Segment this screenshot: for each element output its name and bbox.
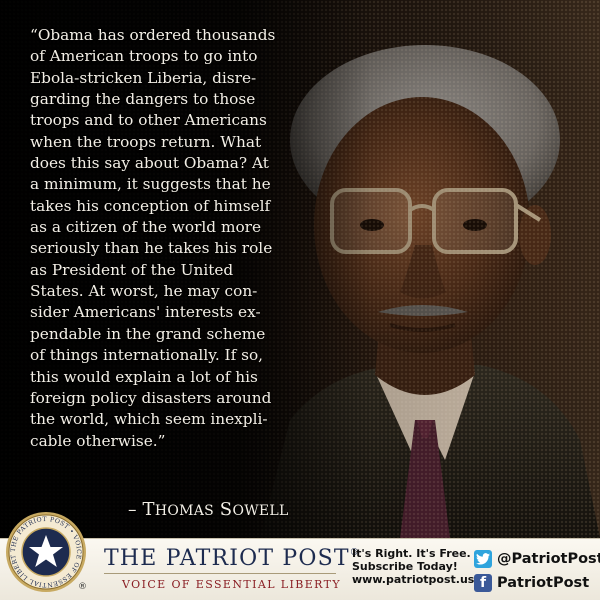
attribution-last-initial: S [219,499,233,520]
facebook-page-name: PatriotPost [497,575,590,591]
attribution-first-initial: T [142,499,155,520]
quote-line: cable otherwise.” [30,431,166,450]
quote-attribution: – THOMAS SOWELL [128,499,289,520]
quote-line: Ebola-stricken Liberia, disre- [30,68,257,87]
quote-line: troops and to other Americans [30,111,267,130]
brand-divider [104,573,336,574]
twitter-bird-icon [474,550,492,568]
quote-line: of things internationally. If so, [30,346,264,365]
quote-line: seriously than he takes his role [30,239,273,258]
seal-registered-mark: ® [78,582,87,592]
attribution-first-rest: HOMAS [154,503,215,519]
cta-line-free: It's Right. It's Free. [352,547,471,560]
quote-line: of American troops to go into [30,47,258,66]
quote-line: as President of the United [30,260,234,279]
brand-name-text: THE PATRIOT POST [104,546,350,571]
patriot-post-seal-logo: THE PATRIOT POST • VOICE OF ESSENTIAL LI… [5,511,86,592]
quote-line: when the troops return. What [30,132,262,151]
social-links: @PatriotPost f PatriotPost [474,547,600,595]
brand-tagline: VOICE OF ESSENTIAL LIBERTY [122,578,342,591]
attribution-dash: – [128,500,137,520]
twitter-handle: @PatriotPost [497,551,600,567]
attribution-last-rest: OWELL [232,503,289,519]
quote-line: this would explain a lot of his [30,367,258,386]
quote-line: a minimum, it suggests that he [30,175,271,194]
quote-card: “Obama has ordered thousands of American… [0,0,600,600]
quote-line: sider Americans' interests ex- [30,303,261,322]
subscribe-callout: It's Right. It's Free. Subscribe Today! … [352,547,474,586]
quote-line: takes his conception of himself [30,196,271,215]
quote-line: foreign policy disasters around [30,388,272,407]
cta-line-subscribe[interactable]: Subscribe Today! [352,560,472,573]
quote-line: “Obama has ordered thousands [30,26,276,44]
website-link[interactable]: www.patriotpost.us [352,573,474,586]
quote-line: does this say about Obama? At [30,154,269,173]
quote-line: as a citizen of the world more [30,218,262,237]
quote-line: garding the dangers to those [30,90,256,109]
facebook-f-icon: f [474,574,492,592]
quote-line: States. At worst, he may con- [30,282,258,301]
brand-name: THE PATRIOT POST® [104,546,360,571]
quote-line: the world, which seem inexpli- [30,410,268,429]
quote-text: “Obama has ordered thousands of American… [30,25,320,452]
quote-line: pendable in the grand scheme [30,324,266,343]
twitter-link[interactable]: @PatriotPost [474,547,600,571]
facebook-link[interactable]: f PatriotPost [474,571,600,595]
